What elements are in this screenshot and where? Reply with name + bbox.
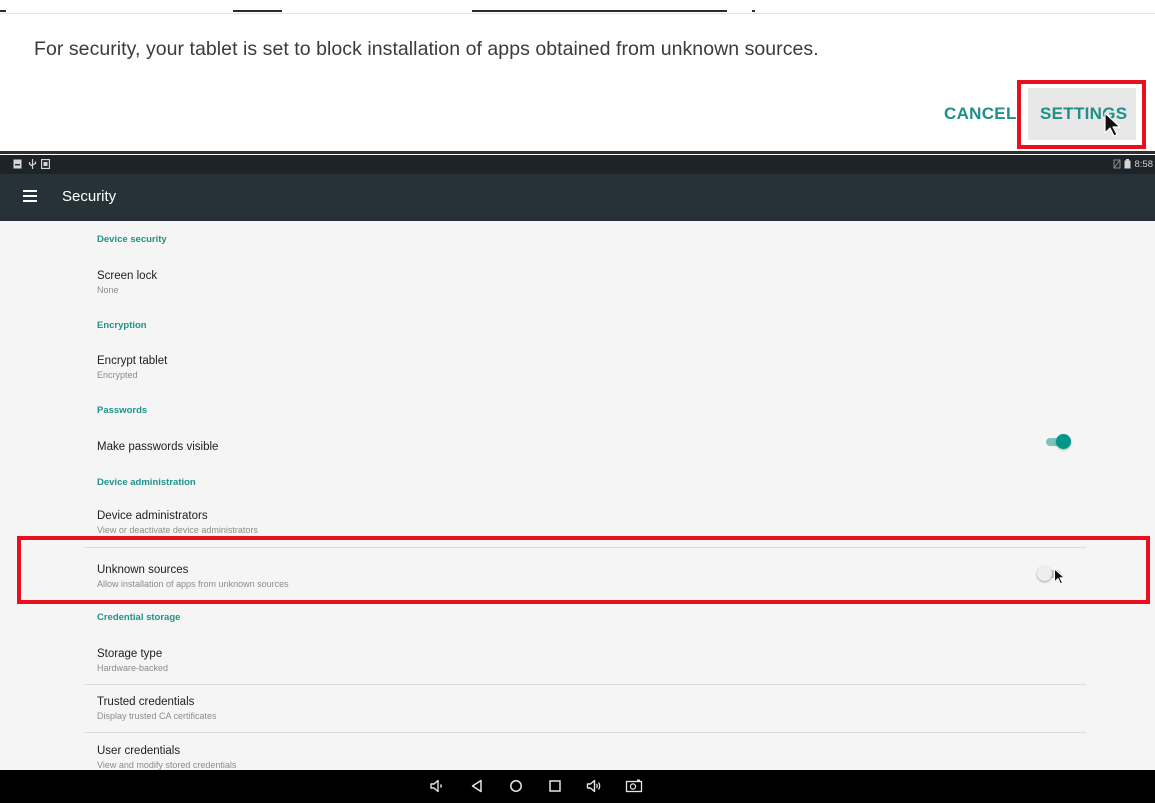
list-item-title: Encrypt tablet — [97, 355, 168, 367]
toggle-thumb — [1056, 434, 1071, 449]
cropped-fragment — [752, 10, 755, 12]
section-header-passwords: Passwords — [97, 405, 148, 416]
cropped-dialog-edge — [0, 0, 1155, 14]
volume-down-icon[interactable] — [429, 778, 445, 794]
cancel-button[interactable]: CANCEL — [944, 104, 1017, 124]
clock: 8:58 — [1134, 159, 1154, 170]
list-item-title: Screen lock — [97, 270, 158, 282]
unknown-sources-highlight-box — [17, 536, 1150, 604]
home-icon[interactable] — [508, 778, 524, 794]
settings-list: Device security Screen lock None Encrypt… — [0, 221, 1155, 770]
mouse-cursor-icon — [1104, 112, 1121, 137]
section-header-device-administration: Device administration — [97, 477, 196, 488]
android-screen: 8:58 Security Device security Screen loc… — [0, 155, 1155, 803]
divider — [84, 732, 1086, 733]
list-item-subtitle: View and modify stored credentials — [97, 760, 237, 770]
list-item-title: Storage type — [97, 648, 163, 660]
battery-icon — [1124, 159, 1131, 169]
list-item-title: Make passwords visible — [97, 441, 219, 453]
settings-highlight-box — [1017, 80, 1146, 149]
list-item-title: Device administrators — [97, 510, 208, 522]
list-item-subtitle: View or deactivate device administrators — [97, 525, 258, 535]
cropped-fragment — [0, 10, 6, 12]
section-header-encryption: Encryption — [97, 320, 147, 331]
usb-icon — [28, 159, 37, 169]
no-sim-icon — [1113, 159, 1121, 169]
divider — [84, 684, 1086, 685]
cropped-fragment — [472, 10, 727, 12]
mouse-cursor-icon — [1054, 568, 1065, 585]
screenshot-button-icon[interactable] — [625, 778, 643, 794]
section-header-credential-storage: Credential storage — [97, 612, 181, 623]
page-title: Security — [62, 188, 117, 205]
list-item-subtitle: Hardware-backed — [97, 663, 169, 673]
list-item-subtitle: None — [97, 285, 119, 295]
list-item-title: Trusted credentials — [97, 696, 195, 708]
unknown-sources-dialog: For security, your tablet is set to bloc… — [0, 0, 1155, 152]
screenshot-icon — [41, 159, 50, 169]
dialog-message: For security, your tablet is set to bloc… — [34, 38, 819, 60]
volume-up-icon[interactable] — [586, 778, 602, 794]
hamburger-menu-icon[interactable] — [23, 190, 37, 202]
section-divider — [0, 151, 1155, 154]
list-item-subtitle: Display trusted CA certificates — [97, 711, 217, 721]
status-bar: 8:58 — [0, 155, 1155, 174]
make-passwords-visible-toggle[interactable] — [1045, 434, 1071, 450]
app-bar: Security — [0, 174, 1155, 221]
list-item-subtitle: Encrypted — [97, 370, 138, 380]
divider — [0, 13, 1155, 14]
recents-icon[interactable] — [547, 778, 563, 794]
cropped-fragment — [233, 10, 282, 12]
section-header-device-security: Device security — [97, 234, 167, 245]
back-icon[interactable] — [469, 778, 485, 794]
list-item-title: User credentials — [97, 745, 181, 757]
navigation-bar — [0, 770, 1155, 803]
notification-icon — [13, 159, 22, 169]
